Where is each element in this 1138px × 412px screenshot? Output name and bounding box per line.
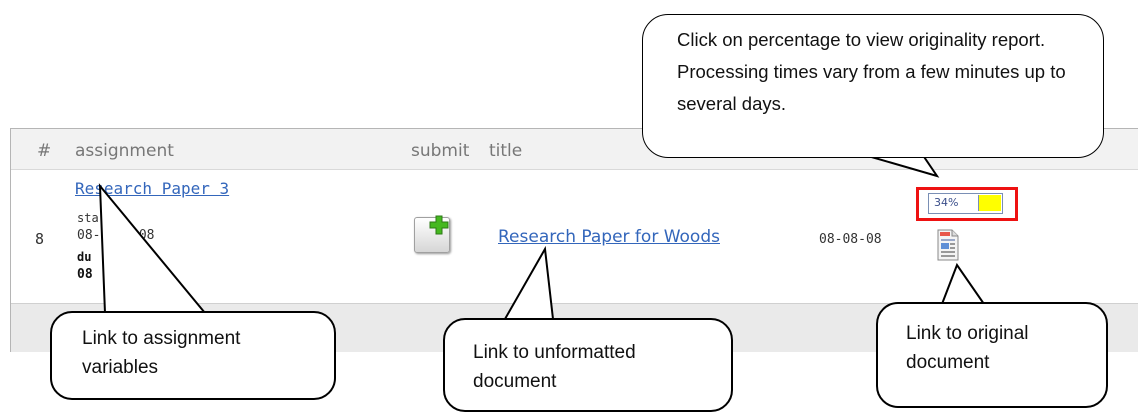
callout-originality: Click on percentage to view originality … [642,14,1104,158]
callout-assignment-variables: Link to assignment variables [50,311,336,400]
callout-original-document: Link to original document [876,302,1108,408]
callout-originality-text: Click on percentage to view originality … [677,29,1066,114]
callout-assignment-variables-text: Link to assignment variables [82,328,241,378]
callout-unformatted-text: Link to unformatted document [473,342,636,392]
callout-original-document-text: Link to original document [906,323,1029,373]
callout-unformatted: Link to unformatted document [443,318,733,412]
